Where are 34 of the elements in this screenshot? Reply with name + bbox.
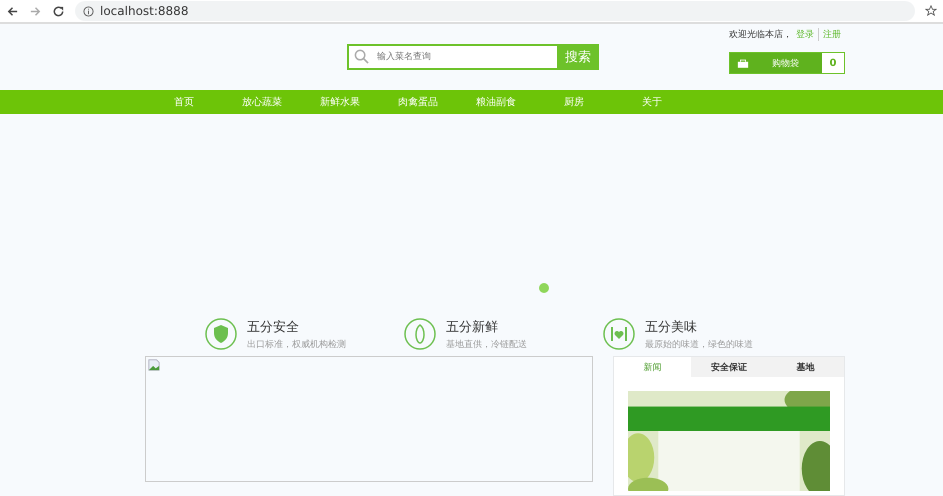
bag-icon [737, 58, 749, 68]
search-button[interactable]: 搜索 [557, 44, 599, 70]
heart-cutlery-icon [603, 318, 635, 350]
nav-item[interactable]: 厨房 [535, 95, 613, 109]
url-text: localhost:8888 [100, 4, 188, 18]
panel-tab[interactable]: 基地 [767, 357, 844, 377]
nav-item[interactable]: 首页 [145, 95, 223, 109]
back-icon[interactable] [6, 4, 19, 18]
nav-item[interactable]: 肉禽蛋品 [379, 95, 457, 109]
feature-subtitle: 基地直供，冷链配送 [446, 338, 527, 350]
broken-image-icon [148, 359, 160, 371]
cart-count: 0 [822, 53, 844, 73]
feature-subtitle: 出口标准，权威机构检测 [247, 338, 346, 350]
search-field[interactable]: 输入菜名查询 [347, 44, 557, 70]
nav-item[interactable]: 粮油副食 [457, 95, 535, 109]
nav-item[interactable]: 关于 [613, 95, 691, 109]
feature-title: 五分安全 [247, 318, 300, 336]
carousel-dot[interactable] [538, 283, 548, 293]
nav-item[interactable]: 新鲜水果 [301, 95, 379, 109]
welcome-text: 欢迎光临本店， [729, 28, 792, 40]
panel-tab[interactable]: 安全保证 [690, 357, 768, 377]
feature-title: 五分新鲜 [446, 318, 499, 336]
nav-item[interactable]: 放心蔬菜 [223, 95, 301, 109]
account-link[interactable]: 注册 [818, 28, 845, 40]
feature-subtitle: 最原始的味道，绿色的味道 [645, 338, 753, 350]
cart-button[interactable]: 购物袋 0 [729, 52, 845, 74]
cart-label: 购物袋 [771, 58, 800, 70]
reload-icon[interactable] [52, 4, 65, 18]
info-icon [83, 6, 94, 16]
account-link[interactable]: 登录 [792, 28, 818, 40]
shield-icon [205, 318, 237, 350]
bookmark-star-icon[interactable] [925, 5, 937, 17]
address-bar[interactable]: localhost:8888 [75, 1, 915, 21]
feature-title: 五分美味 [645, 318, 698, 336]
